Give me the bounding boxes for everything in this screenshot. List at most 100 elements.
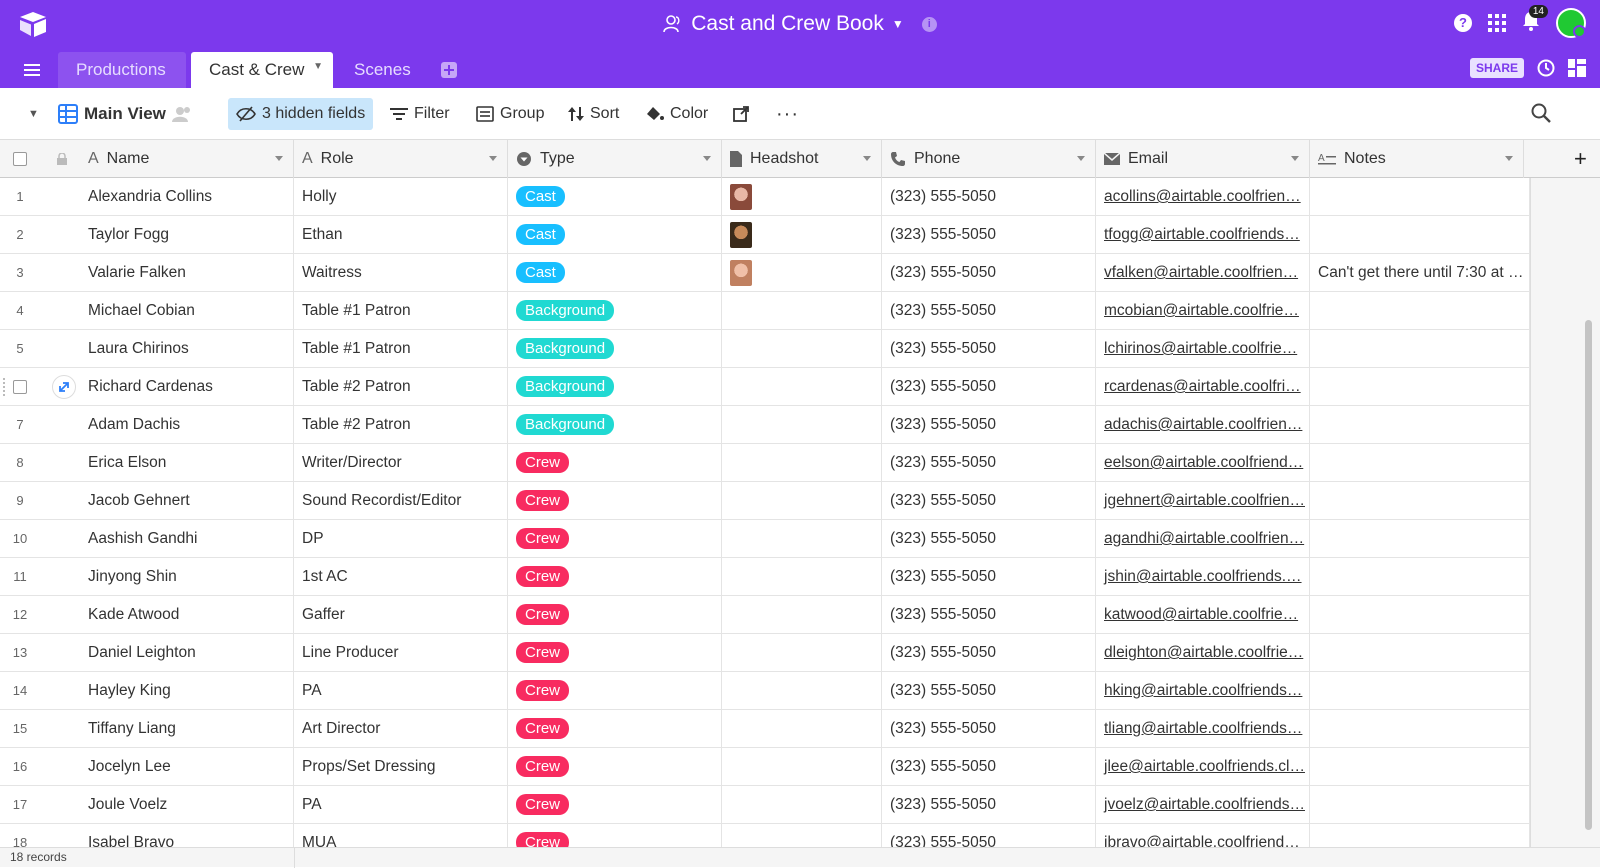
email-text[interactable]: dleighton@airtable.coolfrie…: [1104, 644, 1303, 661]
column-menu-chevron-icon[interactable]: [1077, 156, 1085, 161]
cell-type[interactable]: Background: [508, 368, 722, 406]
column-header-type[interactable]: Type: [508, 140, 722, 178]
cell-role[interactable]: Art Director: [294, 710, 508, 748]
cell-phone[interactable]: (323) 555-5050: [882, 254, 1096, 292]
cell-headshot[interactable]: [722, 558, 882, 596]
column-menu-chevron-icon[interactable]: [1505, 156, 1513, 161]
cell-headshot[interactable]: [722, 368, 882, 406]
email-text[interactable]: tfogg@airtable.coolfriends…: [1104, 226, 1300, 243]
cell-type[interactable]: Background: [508, 330, 722, 368]
table-row[interactable]: 1 Alexandria Collins Holly Cast (323) 555-50…: [0, 178, 1530, 216]
cell-name[interactable]: Jinyong Shin: [80, 558, 294, 596]
cell-type[interactable]: Crew: [508, 786, 722, 824]
cell-type[interactable]: Crew: [508, 748, 722, 786]
cell-notes[interactable]: [1310, 520, 1530, 558]
headshot-thumbnail[interactable]: [730, 260, 752, 286]
email-text[interactable]: ibravo@airtable.coolfriend…: [1104, 834, 1300, 847]
cell-role[interactable]: Writer/Director: [294, 444, 508, 482]
color-button[interactable]: Color: [638, 98, 716, 130]
cell-role[interactable]: DP: [294, 520, 508, 558]
cell-email[interactable]: eelson@airtable.coolfriend…: [1096, 444, 1310, 482]
cell-email[interactable]: agandhi@airtable.coolfrien…: [1096, 520, 1310, 558]
cell-email[interactable]: jvoelz@airtable.coolfriends…: [1096, 786, 1310, 824]
cell-headshot[interactable]: [722, 748, 882, 786]
table-row[interactable]: 4 Michael Cobian Table #1 Patron Background…: [0, 292, 1530, 330]
cell-role[interactable]: Waitress: [294, 254, 508, 292]
email-text[interactable]: acollins@airtable.coolfrien…: [1104, 188, 1301, 205]
share-button[interactable]: SHARE: [1469, 58, 1524, 78]
filter-button[interactable]: Filter: [382, 98, 458, 130]
cell-phone[interactable]: (323) 555-5050: [882, 596, 1096, 634]
cell-type[interactable]: Crew: [508, 558, 722, 596]
notifications-button[interactable]: 14: [1522, 4, 1548, 36]
cell-notes[interactable]: [1310, 710, 1530, 748]
cell-role[interactable]: Ethan: [294, 216, 508, 254]
cell-phone[interactable]: (323) 555-5050: [882, 368, 1096, 406]
column-menu-chevron-icon[interactable]: [863, 156, 871, 161]
cell-phone[interactable]: (323) 555-5050: [882, 406, 1096, 444]
cell-headshot[interactable]: [722, 824, 882, 847]
cell-type[interactable]: Crew: [508, 520, 722, 558]
cell-email[interactable]: acollins@airtable.coolfrien…: [1096, 178, 1310, 216]
cell-notes[interactable]: [1310, 406, 1530, 444]
cell-headshot[interactable]: [722, 634, 882, 672]
cell-phone[interactable]: (323) 555-5050: [882, 672, 1096, 710]
cell-type[interactable]: Cast: [508, 216, 722, 254]
hidden-fields-button[interactable]: 3 hidden fields: [228, 98, 374, 130]
cell-phone[interactable]: (323) 555-5050: [882, 292, 1096, 330]
select-all-checkbox[interactable]: [13, 152, 27, 166]
cell-email[interactable]: mcobian@airtable.coolfrie…: [1096, 292, 1310, 330]
cell-headshot[interactable]: [722, 292, 882, 330]
email-text[interactable]: tliang@airtable.coolfriends…: [1104, 720, 1302, 737]
cell-name[interactable]: Taylor Fogg: [80, 216, 294, 254]
cell-phone[interactable]: (323) 555-5050: [882, 748, 1096, 786]
collapse-arrow-icon[interactable]: ▼: [28, 108, 39, 120]
cell-role[interactable]: PA: [294, 786, 508, 824]
headshot-thumbnail[interactable]: [730, 184, 752, 210]
cell-role[interactable]: Props/Set Dressing: [294, 748, 508, 786]
cell-notes[interactable]: [1310, 368, 1530, 406]
column-header-role[interactable]: A Role: [294, 140, 508, 178]
column-header-email[interactable]: Email: [1096, 140, 1310, 178]
cell-notes[interactable]: [1310, 786, 1530, 824]
cell-notes[interactable]: [1310, 634, 1530, 672]
cell-email[interactable]: jgehnert@airtable.coolfrien…: [1096, 482, 1310, 520]
cell-name[interactable]: Valarie Falken: [80, 254, 294, 292]
cell-name[interactable]: Tiffany Liang: [80, 710, 294, 748]
cell-role[interactable]: Table #2 Patron: [294, 368, 508, 406]
expand-record-button[interactable]: [52, 375, 76, 399]
cell-headshot[interactable]: [722, 520, 882, 558]
cell-type[interactable]: Crew: [508, 672, 722, 710]
search-icon[interactable]: [1530, 102, 1552, 124]
cell-name[interactable]: Adam Dachis: [80, 406, 294, 444]
cell-type[interactable]: Cast: [508, 178, 722, 216]
cell-name[interactable]: Daniel Leighton: [80, 634, 294, 672]
email-text[interactable]: eelson@airtable.coolfriend…: [1104, 454, 1303, 471]
cell-headshot[interactable]: [722, 254, 882, 292]
cell-notes[interactable]: [1310, 558, 1530, 596]
cell-phone[interactable]: (323) 555-5050: [882, 482, 1096, 520]
email-text[interactable]: jshin@airtable.coolfriends.…: [1104, 568, 1302, 585]
cell-headshot[interactable]: [722, 482, 882, 520]
more-options-button[interactable]: ···: [768, 98, 807, 130]
table-row[interactable]: 8 Erica Elson Writer/Director Crew (323) 555…: [0, 444, 1530, 482]
cell-notes[interactable]: [1310, 482, 1530, 520]
cell-email[interactable]: jshin@airtable.coolfriends.…: [1096, 558, 1310, 596]
column-menu-chevron-icon[interactable]: [489, 156, 497, 161]
table-row[interactable]: Richard Cardenas Table #2 Patron Backgroun…: [0, 368, 1530, 406]
cell-notes[interactable]: [1310, 330, 1530, 368]
cell-headshot[interactable]: [722, 330, 882, 368]
table-row[interactable]: 14 Hayley King PA Crew (323) 555-5050 hking@a…: [0, 672, 1530, 710]
cell-email[interactable]: dleighton@airtable.coolfrie…: [1096, 634, 1310, 672]
add-field-icon[interactable]: +: [1574, 146, 1587, 172]
row-checkbox[interactable]: [13, 380, 27, 394]
cell-role[interactable]: Holly: [294, 178, 508, 216]
cell-role[interactable]: Sound Recordist/Editor: [294, 482, 508, 520]
cell-headshot[interactable]: [722, 596, 882, 634]
cell-phone[interactable]: (323) 555-5050: [882, 330, 1096, 368]
cell-headshot[interactable]: [722, 672, 882, 710]
share-view-button[interactable]: [724, 98, 758, 130]
column-menu-chevron-icon[interactable]: [703, 156, 711, 161]
tab-scenes[interactable]: Scenes: [336, 52, 429, 88]
column-menu-chevron-icon[interactable]: [1291, 156, 1299, 161]
